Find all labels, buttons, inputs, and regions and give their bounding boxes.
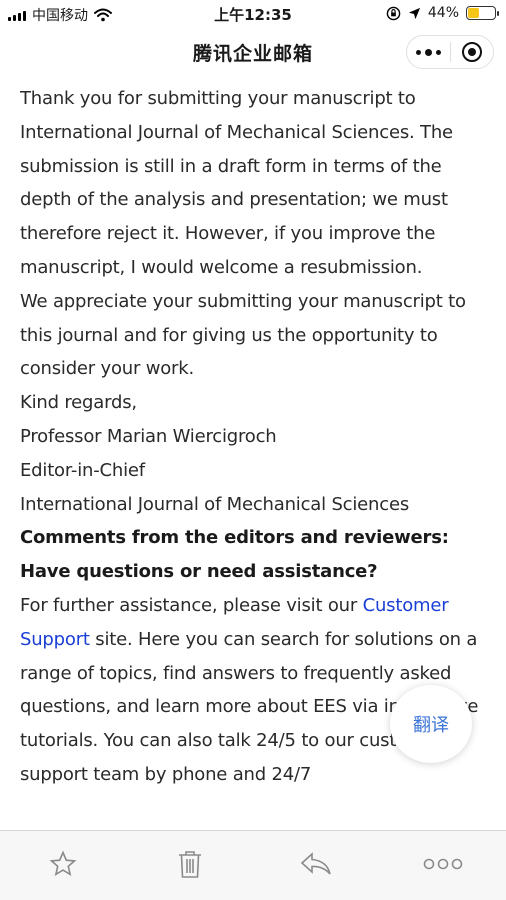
email-paragraph: International Journal of Mechanical Scie…: [20, 493, 410, 515]
more-menu-button[interactable]: [407, 36, 450, 68]
star-button[interactable]: [33, 842, 93, 886]
battery-fill: [468, 8, 480, 18]
more-button[interactable]: [413, 842, 473, 886]
location-icon: [408, 7, 420, 19]
battery-icon: [466, 6, 499, 20]
reply-icon: [301, 851, 332, 875]
more-dots-icon: [415, 48, 441, 56]
mini-program-capsule: [406, 35, 494, 69]
comments-heading: Comments from the editors and reviewers:: [20, 527, 449, 549]
questions-heading: Have questions or need assistance?: [20, 561, 378, 583]
email-paragraph: We appreciate your submitting your manus…: [20, 290, 466, 380]
orientation-lock-icon: [386, 6, 401, 20]
star-icon: [49, 849, 77, 876]
status-right: 44%: [386, 5, 499, 21]
status-bar: 中国移动 上午12:35 44%: [0, 0, 506, 28]
email-paragraph: Editor-in-Chief: [20, 459, 145, 481]
translate-button[interactable]: 翻译: [390, 685, 472, 763]
email-paragraph: Kind regards,: [20, 392, 137, 414]
trash-icon: [178, 850, 201, 878]
bottom-toolbar: [0, 830, 506, 900]
battery-percent: 44%: [427, 5, 459, 21]
assist-text-before: For further assistance, please visit our: [20, 594, 363, 616]
reply-button[interactable]: [286, 842, 346, 886]
email-paragraph: Thank you for submitting your manuscript…: [20, 88, 453, 278]
close-program-button[interactable]: [451, 36, 494, 68]
email-paragraph: Professor Marian Wiercigroch: [20, 425, 277, 447]
more-icon: [423, 858, 463, 869]
close-target-icon: [461, 42, 482, 62]
nav-bar: 腾讯企业邮箱: [0, 28, 506, 78]
delete-button[interactable]: [160, 842, 220, 886]
